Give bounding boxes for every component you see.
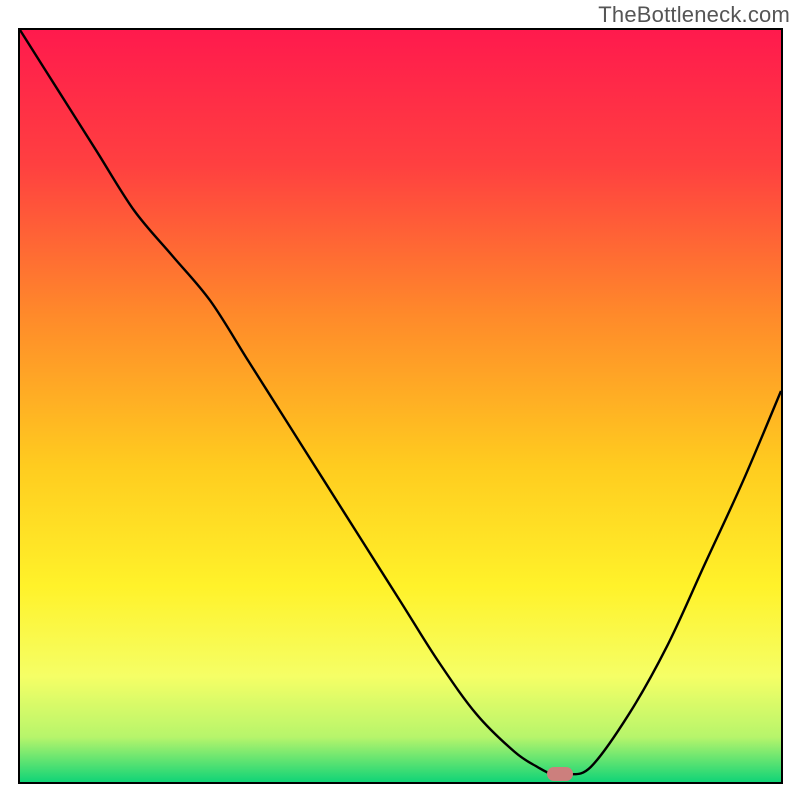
plot-area <box>18 28 783 784</box>
optimal-marker <box>547 767 573 781</box>
bottleneck-curve <box>20 30 781 782</box>
watermark-text: TheBottleneck.com <box>598 2 790 28</box>
